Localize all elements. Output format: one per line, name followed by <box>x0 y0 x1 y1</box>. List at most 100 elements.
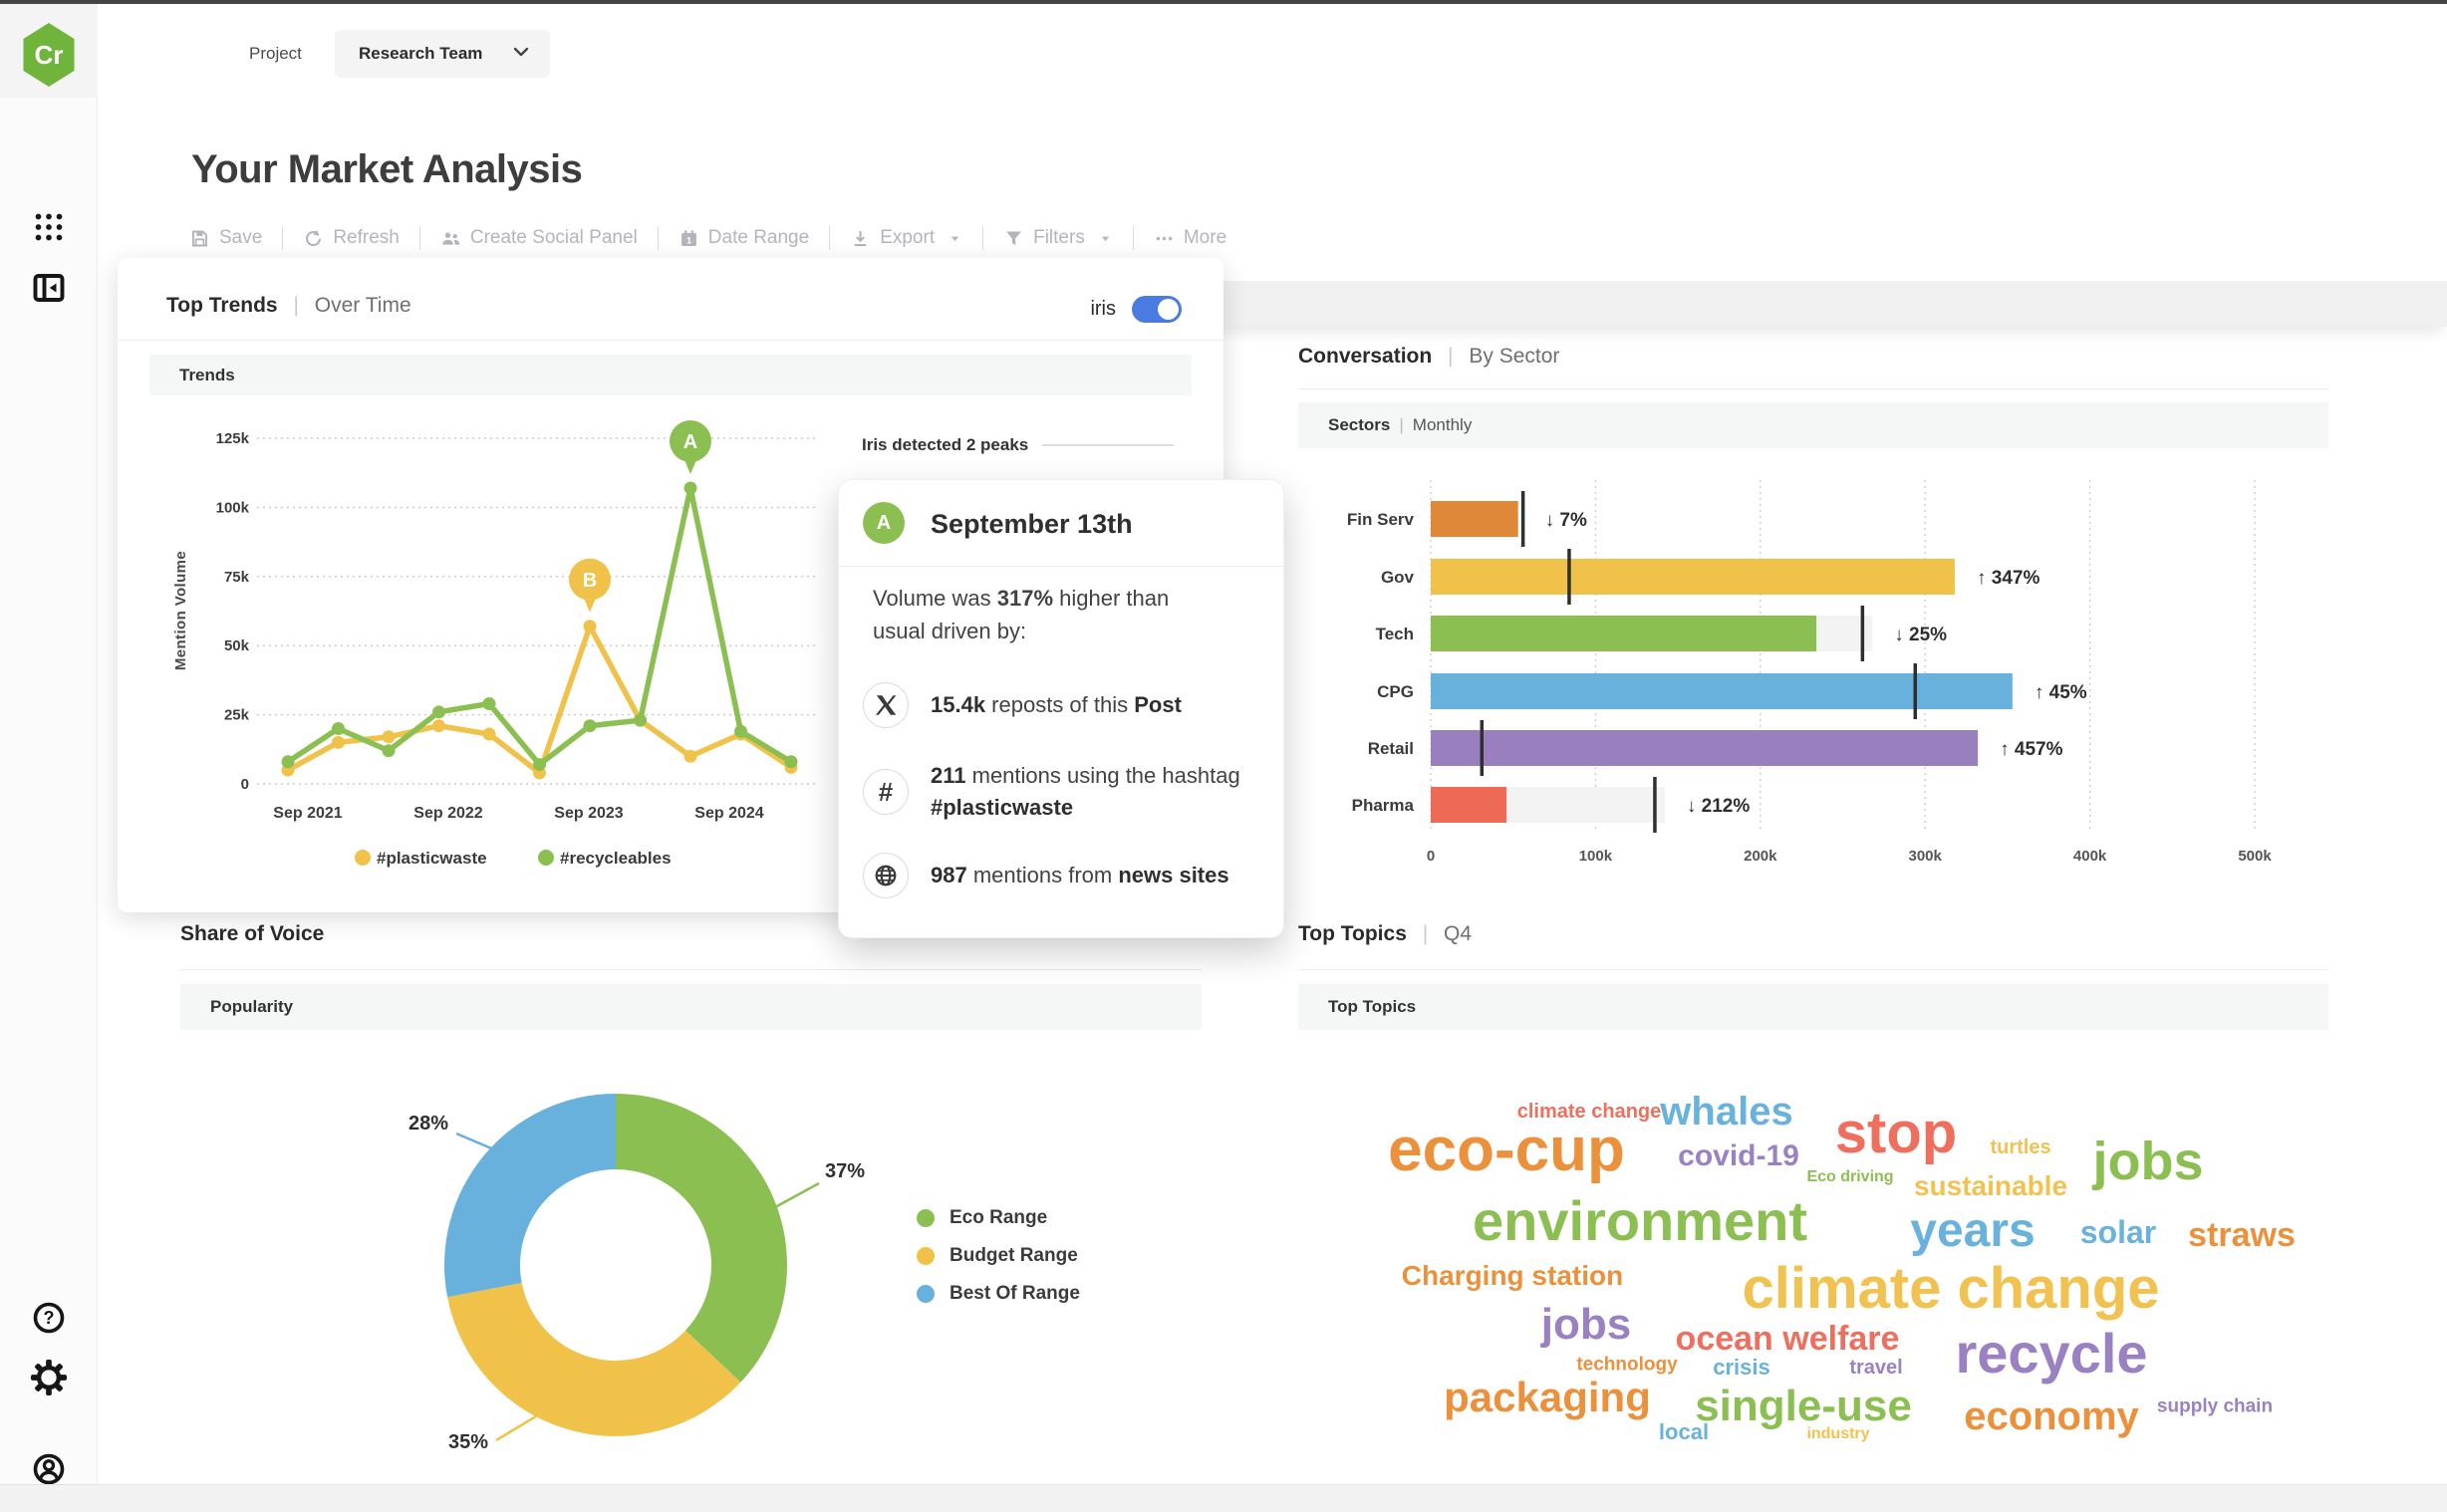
sidebar-collapse-panel-icon[interactable] <box>30 269 68 307</box>
cloud-word-ocean-welfare[interactable]: ocean welfare <box>1676 1322 1900 1356</box>
text-fragment: mentions from <box>966 863 1119 887</box>
peak-popup-divider <box>839 566 1283 567</box>
section-title-separator: | <box>1448 345 1454 368</box>
toggle-knob <box>1158 299 1179 320</box>
page-title: Your Market Analysis <box>191 147 583 191</box>
horizontal-scrollbar[interactable] <box>0 1484 2447 1512</box>
legend-label: Budget Range <box>950 1245 1078 1266</box>
svg-text:B: B <box>583 570 597 592</box>
sector-change-label: ↑ 45% <box>2035 682 2087 703</box>
legend-item-best-of-range[interactable]: Best Of Range <box>917 1275 1080 1313</box>
card-header-divider <box>118 340 1224 341</box>
donut-slice-best-of-range[interactable] <box>444 1094 616 1298</box>
sectors-panel-separator: | <box>1399 415 1404 434</box>
peak-marker-A[interactable]: A <box>670 419 711 474</box>
peak-driver-text: 211 mentions using the hashtag #plasticw… <box>931 760 1251 824</box>
sectors-panel-label: Sectors <box>1328 415 1391 434</box>
svg-text:1: 1 <box>686 235 691 245</box>
cloud-word-technology[interactable]: technology <box>1576 1356 1677 1375</box>
cloud-word-jobs[interactable]: jobs <box>1541 1303 1631 1347</box>
sector-bar-gov[interactable] <box>1431 559 1955 595</box>
cloud-word-environment[interactable]: environment <box>1473 1193 1807 1249</box>
legend-label[interactable]: #recycleables <box>560 849 672 868</box>
iris-toggle[interactable] <box>1132 296 1182 323</box>
toolbar: Save Refresh Create Social Panel 1 Date Rang… <box>189 219 1226 257</box>
sidebar-help-icon[interactable]: ? <box>30 1299 68 1337</box>
legend-item-budget-range[interactable]: Budget Range <box>917 1237 1080 1275</box>
donut-slice-budget-range[interactable] <box>447 1282 741 1436</box>
cloud-word-straws[interactable]: straws <box>2188 1218 2296 1252</box>
logo-block: Cr <box>0 4 98 98</box>
sidebar-settings-icon[interactable] <box>30 1359 68 1396</box>
cloud-word-solar[interactable]: solar <box>2080 1216 2156 1248</box>
legend-swatch[interactable] <box>538 850 554 866</box>
cloud-word-eco-cup[interactable]: eco-cup <box>1388 1120 1625 1181</box>
peak-marker-B[interactable]: B <box>569 558 611 613</box>
cloud-word-charging-station[interactable]: Charging station <box>1402 1262 1623 1290</box>
section-title-text: Share of Voice <box>180 922 325 945</box>
cloud-word-stop[interactable]: stop <box>1835 1105 1957 1162</box>
cloud-word-climate-change[interactable]: climate change <box>1742 1260 2159 1318</box>
toolbar-export-button[interactable]: Export <box>850 227 962 249</box>
cloud-word-jobs[interactable]: jobs <box>2092 1134 2203 1188</box>
sector-bar-cpg[interactable] <box>1431 673 2013 709</box>
cloud-word-packaging[interactable]: packaging <box>1444 1377 1651 1418</box>
cloud-word-turtles[interactable]: turtles <box>1990 1137 2050 1157</box>
highlight-value: 987 <box>931 863 967 887</box>
cloud-word-supply-chain[interactable]: supply chain <box>2157 1397 2273 1416</box>
cloud-word-years[interactable]: years <box>1910 1207 2035 1255</box>
cloud-word-covid-19[interactable]: covid-19 <box>1678 1141 1799 1171</box>
cloud-word-local[interactable]: local <box>1659 1421 1709 1443</box>
sidebar: ? <box>0 98 98 1512</box>
sector-bar-pharma[interactable] <box>1431 787 1507 823</box>
cloud-word-crisis[interactable]: crisis <box>1713 1357 1770 1379</box>
donut-slice-eco-range[interactable] <box>616 1094 787 1383</box>
toolbar-label: Create Social Panel <box>469 227 638 248</box>
toolbar-save-button[interactable]: Save <box>189 227 262 249</box>
cloud-word-economy[interactable]: economy <box>1964 1396 2139 1436</box>
collapse-panel-icon <box>33 274 65 302</box>
chevron-down-icon <box>510 41 532 68</box>
brand-logo[interactable]: Cr <box>23 23 75 87</box>
cloud-word-industry[interactable]: industry <box>1806 1426 1869 1442</box>
highlight-value: 15.4k <box>931 692 986 717</box>
svg-text:Retail: Retail <box>1368 739 1414 758</box>
toolbar-more-button[interactable]: More <box>1154 227 1226 249</box>
people-icon <box>440 228 461 249</box>
toolbar-create-social-panel-button[interactable]: Create Social Panel <box>440 227 638 249</box>
legend-label[interactable]: #plasticwaste <box>377 849 487 868</box>
highlight-value: #plasticwaste <box>931 795 1074 820</box>
globe-icon <box>863 853 909 898</box>
donut-pct-label: 37% <box>825 1160 865 1182</box>
svg-text:Sep 2024: Sep 2024 <box>694 805 763 822</box>
cloud-word-travel[interactable]: travel <box>1849 1358 1902 1378</box>
legend-swatch[interactable] <box>355 850 371 866</box>
peak-driver-row: 987 mentions from news sites <box>863 853 1251 898</box>
sector-bar-fin-serv[interactable] <box>1431 501 1518 537</box>
cloud-word-eco-driving[interactable]: Eco driving <box>1806 1169 1893 1185</box>
toolbar-refresh-button[interactable]: Refresh <box>303 227 400 249</box>
sidebar-profile-icon[interactable] <box>30 1450 68 1488</box>
toolbar-date-range-button[interactable]: 1 Date Range <box>679 227 809 249</box>
highlight-value: news sites <box>1118 863 1229 887</box>
benchmark-tick <box>1653 777 1657 833</box>
legend-item-eco-range[interactable]: Eco Range <box>917 1199 1080 1237</box>
cloud-word-single-use[interactable]: single-use <box>1695 1385 1912 1428</box>
toolbar-label: Filters <box>1033 227 1085 248</box>
sectors-bar-chart[interactable]: 0 100k 200k 300k 400k 500k Fin Serv ↓ 7% Gov ↑ 34… <box>1298 466 2347 889</box>
peak-driver-row: #211 mentions using the hashtag #plastic… <box>863 760 1251 824</box>
svg-text:100k: 100k <box>216 499 250 516</box>
conversation-title: Conversation | By Sector <box>1298 345 1559 369</box>
section-title-text: Top Topics <box>1298 922 1407 945</box>
sector-bar-tech[interactable] <box>1431 616 1817 651</box>
toolbar-filters-button[interactable]: Filters <box>1003 227 1113 249</box>
cloud-word-recycle[interactable]: recycle <box>1955 1326 2147 1382</box>
project-selector[interactable]: Research Team <box>335 30 550 78</box>
cloud-word-whales[interactable]: whales <box>1660 1092 1792 1132</box>
sector-bar-retail[interactable] <box>1431 730 1979 766</box>
toolbar-label: Refresh <box>333 227 400 248</box>
share-of-voice-donut-chart[interactable]: 37% 35% 28% <box>349 1066 927 1474</box>
sidebar-apps-grid-icon[interactable] <box>30 208 68 246</box>
cloud-word-sustainable[interactable]: sustainable <box>1914 1172 2067 1200</box>
peak-driver-text: 987 mentions from news sites <box>931 860 1251 891</box>
